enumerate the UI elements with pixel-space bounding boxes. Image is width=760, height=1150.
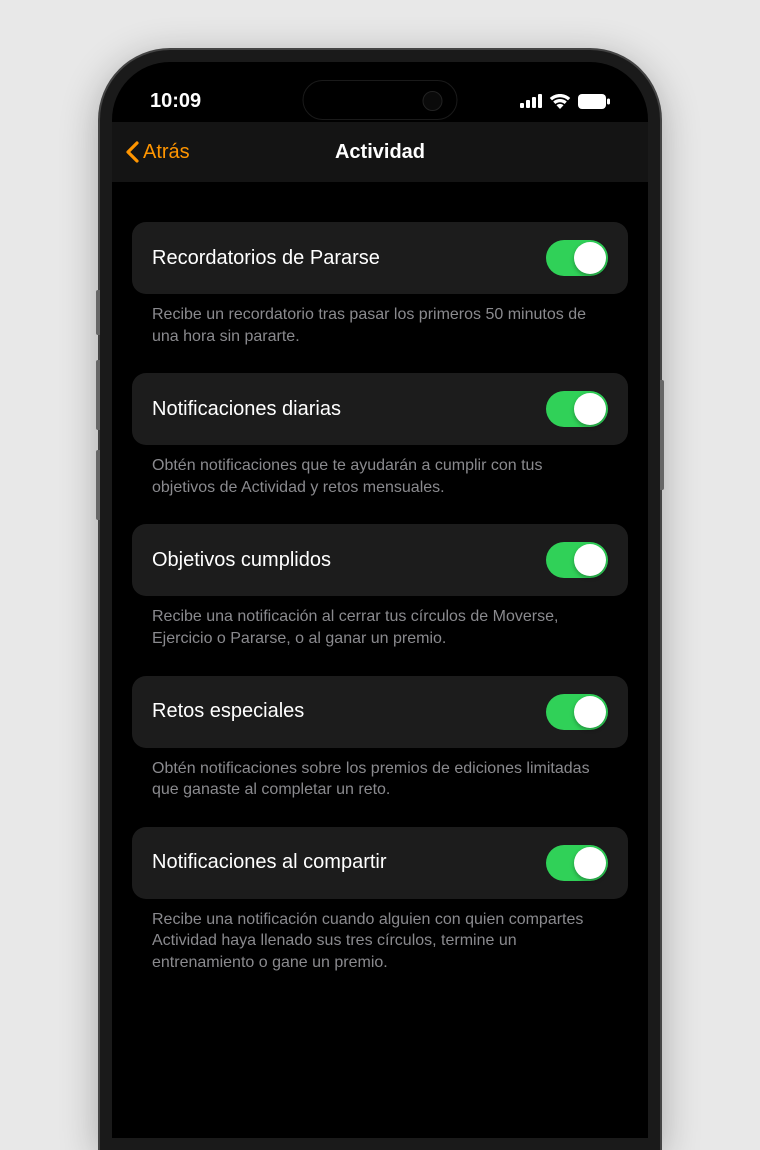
side-button [96,450,100,520]
setting-desc: Obtén notificaciones sobre los premios d… [132,748,628,827]
status-time: 10:09 [150,90,201,113]
setting-desc: Recibe una notificación al cerrar tus cí… [132,596,628,675]
back-button[interactable]: Atrás [124,141,190,164]
setting-special-challenges[interactable]: Retos especiales [132,676,628,748]
wifi-icon [549,93,571,109]
side-button [660,380,664,490]
settings-list: Recordatorios de Pararse Recibe un recor… [112,182,648,1000]
setting-label: Notificaciones al compartir [152,851,387,874]
setting-desc: Obtén notificaciones que te ayudarán a c… [132,445,628,524]
setting-label: Notificaciones diarias [152,398,341,421]
toggle-sharing-notifications[interactable] [546,845,608,881]
toggle-special-challenges[interactable] [546,694,608,730]
chevron-left-icon [124,141,139,163]
dynamic-island [303,80,458,120]
phone-frame: 10:09 [100,50,660,1150]
toggle-goals-achieved[interactable] [546,542,608,578]
setting-desc: Recibe un recordatorio tras pasar los pr… [132,294,628,373]
nav-bar: Atrás Actividad [112,122,648,182]
page-title: Actividad [335,141,425,164]
side-button [96,290,100,335]
setting-desc: Recibe una notificación cuando alguien c… [132,899,628,1000]
setting-goals-achieved[interactable]: Objetivos cumplidos [132,524,628,596]
side-button [96,360,100,430]
setting-daily-notifications[interactable]: Notificaciones diarias [132,373,628,445]
cellular-signal-icon [520,94,542,108]
toggle-stand-reminders[interactable] [546,240,608,276]
back-label: Atrás [143,141,190,164]
phone-screen: 10:09 [112,62,648,1138]
setting-label: Recordatorios de Pararse [152,247,380,270]
battery-icon [578,94,610,109]
setting-label: Objetivos cumplidos [152,549,331,572]
setting-stand-reminders[interactable]: Recordatorios de Pararse [132,222,628,294]
setting-label: Retos especiales [152,700,304,723]
status-icons [520,93,610,109]
setting-sharing-notifications[interactable]: Notificaciones al compartir [132,827,628,899]
toggle-daily-notifications[interactable] [546,391,608,427]
